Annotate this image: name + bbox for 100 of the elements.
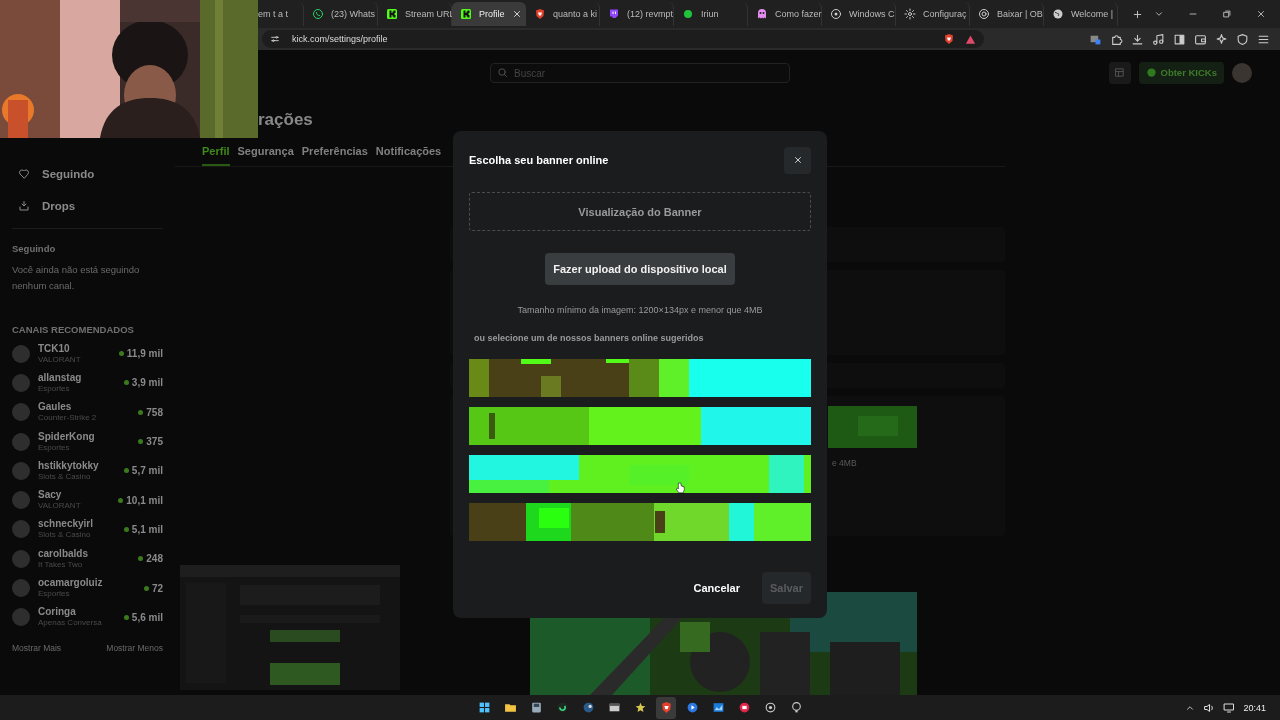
browser-tab[interactable]: (23) Whats (304, 2, 378, 26)
avatar (12, 461, 30, 480)
lion-shield-icon (659, 701, 673, 714)
puzzle-icon[interactable] (1110, 32, 1123, 46)
browser-tab[interactable]: Iriun (674, 2, 748, 26)
refresh-icon (555, 701, 569, 714)
settings-tab[interactable]: Preferências (301, 143, 368, 166)
banner-preview: Visualização do Banner (469, 192, 811, 231)
browser-tab[interactable]: Configuraç (896, 2, 970, 26)
avatar (12, 432, 30, 451)
browser-tab[interactable]: Como fazer (748, 2, 822, 26)
window-icon (607, 701, 621, 714)
speaker-icon[interactable] (1203, 701, 1216, 714)
cancel-button[interactable]: Cancelar (693, 582, 740, 594)
channel-name: Sacy (38, 489, 62, 501)
shield-icon[interactable] (1236, 32, 1249, 46)
channel-name: carolbalds (38, 547, 89, 559)
settings-tab[interactable]: Segurança (237, 143, 294, 166)
viewer-count: 375 (146, 436, 163, 448)
browser-tab[interactable]: (12) revmpt (600, 2, 674, 26)
wallet-icon[interactable] (1194, 32, 1207, 46)
close-icon (792, 155, 803, 165)
live-dot (138, 556, 144, 562)
avatar (12, 491, 30, 510)
viewer-count: 5,6 mil (131, 611, 163, 623)
tune-icon (270, 34, 280, 44)
nav-item[interactable]: Seguindo (12, 158, 163, 190)
empty-message: Você ainda não está seguindo nenhum canal. (12, 263, 141, 293)
upload-button[interactable]: Fazer upload do dispositivo local (545, 253, 735, 285)
k-logo-icon (460, 8, 472, 20)
browser-tab[interactable]: Windows C (822, 2, 896, 26)
dot-icon (682, 8, 694, 20)
browser-tab[interactable]: Baixar | OB (970, 2, 1044, 26)
sparkle-icon[interactable] (1215, 32, 1228, 46)
viewer-count: 5,7 mil (131, 465, 163, 477)
browser-tab[interactable]: quanto a ki (526, 2, 600, 26)
coin-icon (1145, 67, 1157, 78)
plus-icon[interactable] (1132, 8, 1143, 20)
avatar (12, 403, 30, 422)
show-more-link[interactable]: Mostrar Mais (12, 642, 62, 653)
lion-shield-icon (534, 8, 546, 20)
clock: 20:41 (1243, 702, 1266, 713)
play-circle-icon (685, 701, 699, 714)
nav-item[interactable]: Drops (12, 190, 163, 222)
triangle-icon[interactable] (965, 33, 976, 45)
avatar (12, 579, 30, 597)
channel-name: hstikkytokky (38, 459, 99, 471)
settings-tab[interactable]: Perfil (202, 143, 230, 166)
avatar (12, 344, 30, 363)
hand-cursor-icon (674, 481, 687, 496)
grid-icon (1114, 67, 1125, 78)
ring-icon (978, 8, 990, 20)
search-field[interactable]: Buscar (490, 63, 790, 83)
get-kicks-button[interactable]: Obter KICKs (1138, 61, 1224, 84)
address-bar[interactable]: kick.com/settings/profile (262, 30, 984, 48)
windows-logo-icon (477, 701, 491, 714)
viewer-count: 248 (146, 553, 163, 565)
live-dot (123, 380, 129, 386)
music-icon[interactable] (1152, 32, 1165, 46)
avatar (12, 373, 30, 392)
viewer-count: 758 (146, 406, 163, 418)
ghost-icon (756, 8, 768, 20)
restore-icon[interactable] (1222, 9, 1232, 19)
chat-bubble-icon (608, 8, 620, 20)
avatar (12, 608, 30, 627)
download-icon[interactable] (1131, 32, 1144, 46)
sidebar-icon[interactable] (1173, 32, 1186, 46)
channel-name: SpiderKong (38, 430, 95, 442)
browser-tab[interactable]: Profile (452, 2, 526, 26)
taskbar-app[interactable] (656, 696, 676, 719)
gear-icon (904, 8, 916, 20)
channel-category: VALORANT (38, 353, 81, 365)
settings-tab[interactable]: Notificações (375, 143, 442, 166)
channel-name: TCK10 (38, 342, 70, 354)
size-hint: Tamanho mínimo da imagem: 1200×134px e menor que 4MB (516, 305, 764, 315)
section-title: CANAIS RECOMENDADOS (12, 324, 135, 335)
channel-item[interactable]: Sacy VALORANT 10,1 mil (12, 485, 163, 515)
channel-name: ocamargoluiz (38, 577, 103, 588)
viewer-count: 10,1 mil (126, 494, 163, 506)
close-icon[interactable] (1256, 9, 1266, 19)
show-less-link[interactable]: Mostrar Menos (106, 642, 163, 653)
k-logo-icon (386, 8, 398, 20)
section-title: Seguindo (12, 243, 57, 254)
live-dot (123, 526, 129, 532)
avatar (12, 549, 30, 568)
channel-name: Coringa (38, 606, 76, 618)
chat-icon (312, 8, 324, 20)
monitor-icon[interactable] (1223, 701, 1236, 714)
channel-item[interactable]: TCK10 VALORANT 11,9 mil (12, 339, 163, 369)
suggestion-label: ou selecione um de nossos banners online sugeridos (474, 333, 705, 343)
url-text: kick.com/settings/profile (292, 34, 388, 44)
close-icon[interactable] (511, 9, 522, 19)
browser-tab[interactable]: Welcome | (1044, 2, 1118, 26)
chevron-down-icon[interactable] (1154, 9, 1164, 19)
live-dot (143, 585, 149, 591)
lion-shield-icon[interactable] (943, 33, 955, 45)
channel-name: allanstag (38, 371, 82, 383)
avatar (12, 520, 30, 539)
circle-icon (830, 8, 842, 20)
viewer-count: 5,1 mil (131, 523, 163, 535)
